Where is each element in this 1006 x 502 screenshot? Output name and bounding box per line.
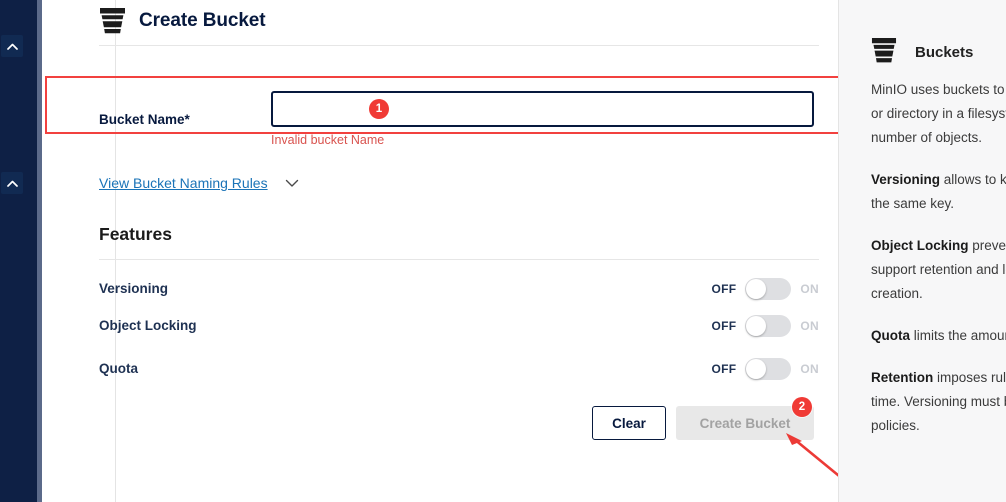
help-panel-header: Buckets	[871, 36, 973, 69]
view-bucket-naming-rules-link[interactable]: View Bucket Naming Rules	[99, 175, 268, 191]
toggle-on-label: ON	[800, 282, 819, 296]
feature-toggle-group: OFF ON	[711, 358, 819, 380]
help-paragraph: Object Locking prevents objects from bei…	[871, 234, 1006, 306]
header-divider	[99, 45, 819, 46]
features-divider	[99, 259, 819, 260]
help-paragraph: MinIO uses buckets to organize objects. …	[871, 78, 1006, 150]
rail-collapse-chevron-top[interactable]	[1, 35, 23, 57]
chevron-down-icon[interactable]	[285, 179, 299, 188]
toggle-on-label: ON	[800, 362, 819, 376]
feature-toggle-group: OFF ON	[711, 278, 819, 300]
feature-row-object-locking: Object Locking OFF ON	[99, 315, 819, 337]
toggle-off-label: OFF	[711, 319, 737, 333]
feature-row-quota: Quota OFF ON	[99, 358, 819, 380]
object-locking-toggle[interactable]	[745, 315, 792, 337]
help-panel-title: Buckets	[915, 44, 974, 61]
toggle-knob	[746, 316, 767, 336]
features-heading: Features	[99, 224, 172, 244]
toggle-knob	[746, 359, 767, 379]
help-paragraph: Versioning allows to keep multiple versi…	[871, 168, 1006, 216]
help-panel-body: MinIO uses buckets to organize objects. …	[871, 78, 1006, 456]
help-paragraph-lead: Versioning	[871, 172, 941, 187]
help-paragraph: Retention imposes rules to prevent objec…	[871, 366, 1006, 438]
clear-button[interactable]: Clear	[592, 406, 666, 440]
annotation-badge-2: 2	[792, 397, 812, 417]
toggle-knob	[746, 279, 767, 299]
toggle-off-label: OFF	[711, 282, 737, 296]
bucket-name-input[interactable]	[271, 91, 814, 127]
bucket-name-error: Invalid bucket Name	[271, 133, 385, 147]
help-paragraph: Quota limits the amount of data in the b…	[871, 324, 1006, 348]
chevron-up-icon	[6, 180, 18, 187]
help-paragraph-lead: Object Locking	[871, 238, 969, 253]
bucket-name-label: Bucket Name*	[99, 112, 190, 127]
bucket-naming-rules-row[interactable]: View Bucket Naming Rules	[99, 175, 299, 191]
feature-row-versioning: Versioning OFF ON	[99, 278, 819, 300]
toggle-on-label: ON	[800, 319, 819, 333]
feature-toggle-group: OFF ON	[711, 315, 819, 337]
versioning-toggle[interactable]	[745, 278, 792, 300]
toggle-off-label: OFF	[711, 362, 737, 376]
help-panel: Buckets MinIO uses buckets to organize o…	[838, 0, 1006, 502]
content-left-divider	[115, 0, 116, 502]
feature-label: Object Locking	[99, 318, 197, 333]
rail-collapse-chevron-bottom[interactable]	[1, 172, 23, 194]
page-title: Create Bucket	[139, 9, 266, 31]
create-bucket-screen: Create Bucket Bucket Name* Invalid bucke…	[0, 0, 1006, 502]
feature-label: Quota	[99, 361, 138, 376]
bucket-icon	[99, 6, 126, 35]
help-paragraph-text: limits the amount of data in the bucket.	[913, 328, 1006, 343]
page-header: Create Bucket	[99, 6, 266, 35]
bucket-icon	[871, 36, 897, 69]
help-paragraph-lead: Retention	[871, 370, 934, 385]
left-nav-rail	[0, 0, 37, 502]
feature-label: Versioning	[99, 281, 169, 296]
help-paragraph-text: MinIO uses buckets to organize objects. …	[871, 82, 1006, 145]
quota-toggle[interactable]	[745, 358, 792, 380]
annotation-badge-1: 1	[369, 99, 389, 119]
chevron-up-icon	[6, 43, 18, 50]
help-paragraph-lead: Quota	[871, 328, 910, 343]
